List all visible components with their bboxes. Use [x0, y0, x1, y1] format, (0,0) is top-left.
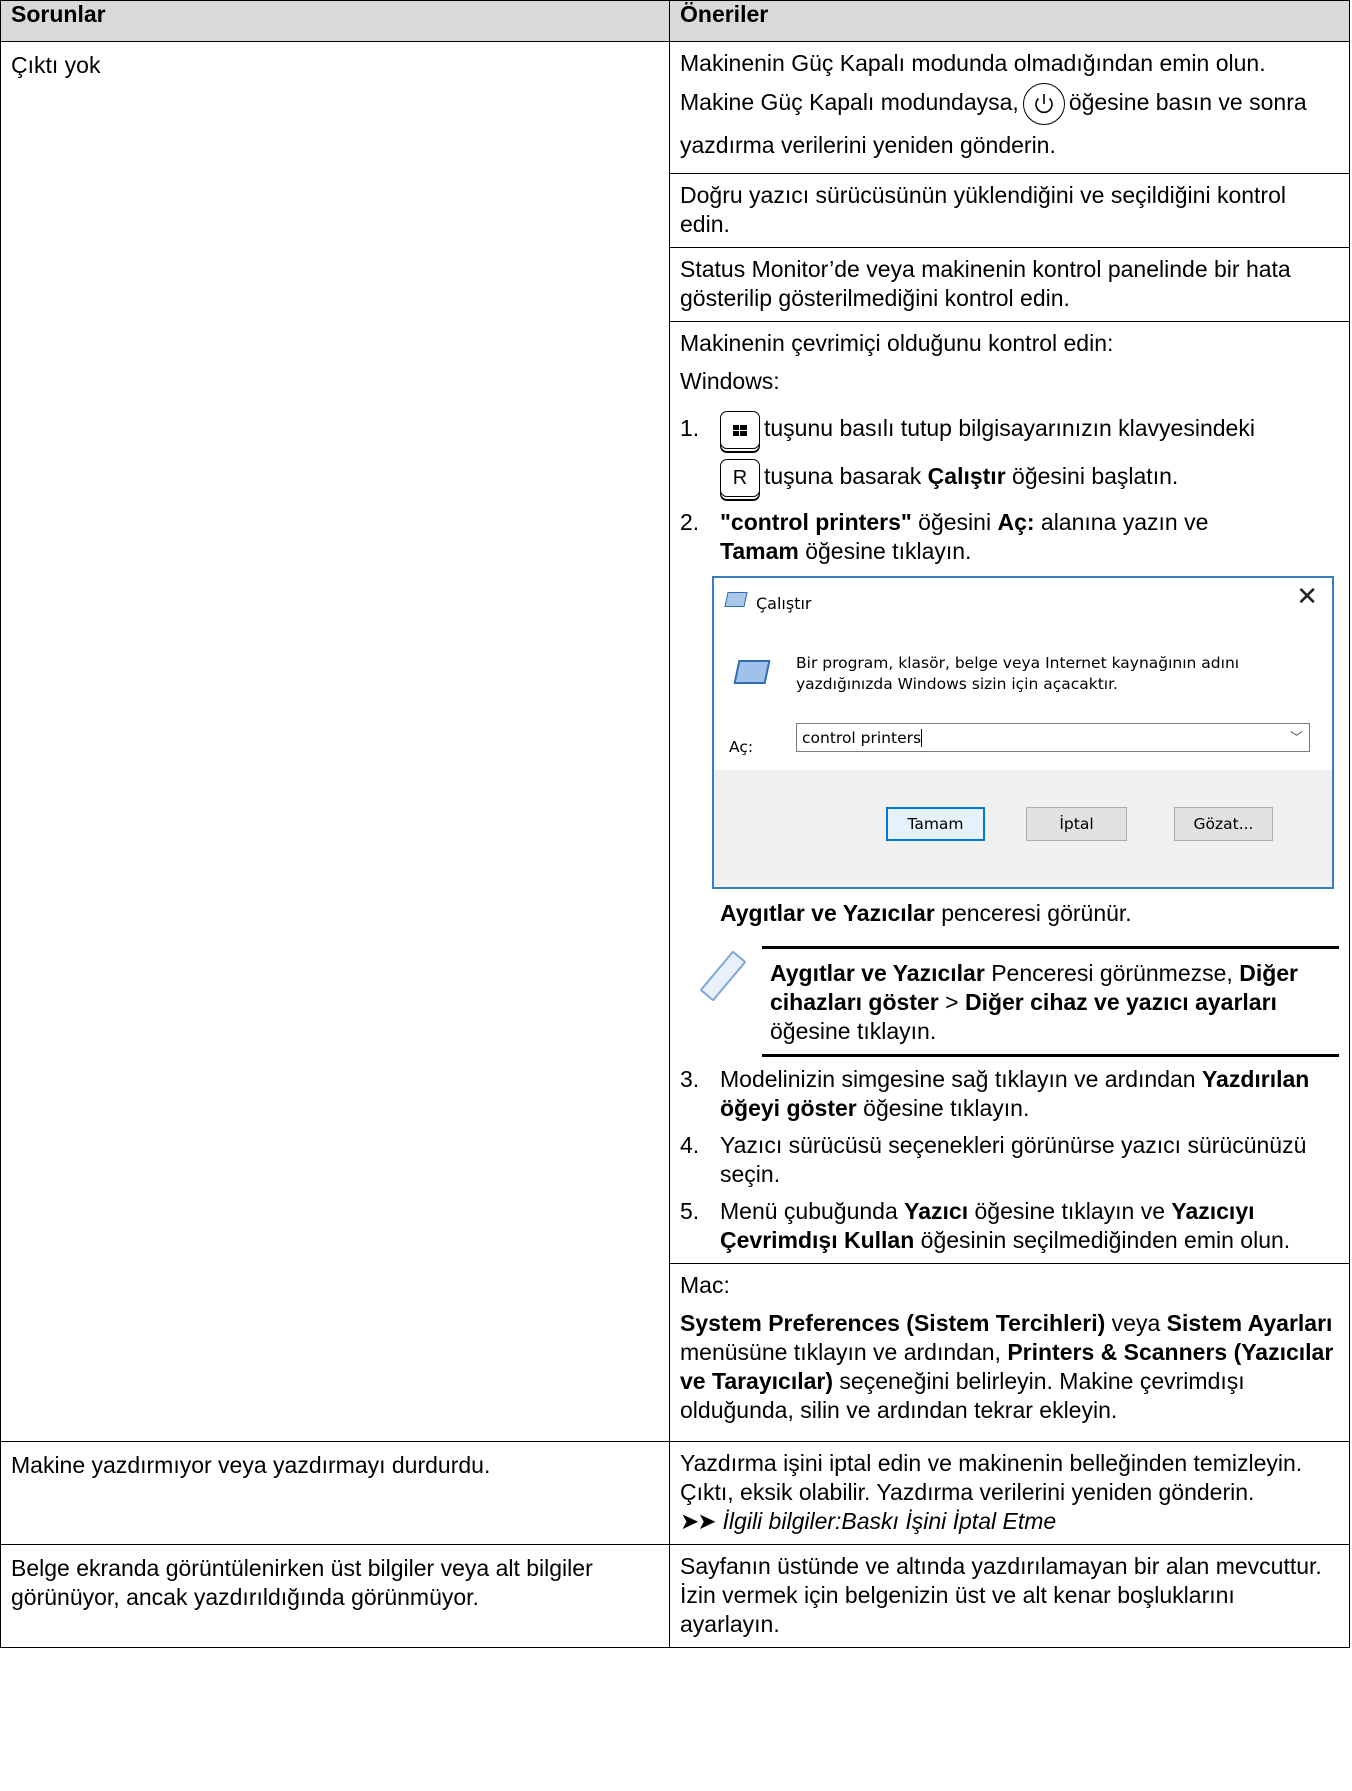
problem-text: Makine yazdırmıyor veya yazdırmayı durdu…	[11, 1451, 491, 1478]
text-span: öğesine tıklayın.	[805, 537, 972, 564]
step-number: 3.	[680, 1065, 700, 1092]
suggestion-cell: Sayfanın üstünde ve altında yazdırılamay…	[669, 1543, 1350, 1648]
text-bold: Sistem Ayarları	[1166, 1309, 1333, 1336]
text-bold: Yazıcı	[904, 1197, 969, 1224]
note-box: Aygıtlar ve Yazıcılar Penceresi görünmez…	[699, 945, 1339, 1057]
after-dialog-text: Aygıtlar ve Yazıcılar penceresi görünür.	[720, 899, 1339, 928]
suggestion-text: Yazdırma işini iptal edin ve makinenin b…	[680, 1449, 1303, 1505]
text-bold: Tamam	[720, 537, 799, 564]
suggestion-text: Doğru yazıcı sürücüsünün yüklendiğini ve…	[680, 181, 1286, 237]
step-number: 4.	[680, 1131, 700, 1158]
text-span: öğesine tıklayın ve	[974, 1197, 1165, 1224]
open-input[interactable]: control printers ﹀	[796, 722, 1310, 753]
header-suggestions: Öneriler	[669, 0, 1350, 42]
table-row: Belge ekranda görüntülenirken üst bilgil…	[0, 1543, 1350, 1648]
run-app-icon	[724, 591, 748, 607]
text-span: >	[945, 988, 959, 1015]
os-label: Windows:	[680, 367, 780, 394]
note-content: Aygıtlar ve Yazıcılar Penceresi görünmez…	[762, 945, 1339, 1057]
text-span: öğesini başlatın.	[1012, 462, 1179, 489]
text-span: öğesinin seçilmediğinden emin olun.	[920, 1226, 1291, 1253]
text-span: Menü çubuğunda	[720, 1197, 898, 1224]
text-cursor	[921, 729, 923, 748]
text-bold: Çalıştır	[927, 462, 1006, 489]
run-dialog: Çalıştır ✕ Bir program, klasör, belge ve…	[712, 575, 1334, 889]
text-span: alanına yazın ve	[1040, 508, 1209, 535]
dialog-titlebar: Çalıştır ✕	[714, 578, 1332, 623]
step-number: 2.	[680, 508, 700, 535]
text-span: veya	[1111, 1309, 1161, 1336]
text-span: tuşunu basılı tutup bilgisayarınızın kla…	[764, 414, 1255, 441]
table-row: Makine yazdırmıyor veya yazdırmayı durdu…	[0, 1440, 1350, 1545]
problem-cell: Çıktı yok	[0, 41, 670, 1442]
mac-instructions: System Preferences (Sistem Tercihleri) v…	[680, 1309, 1339, 1425]
text-span: tuşuna basarak	[764, 462, 922, 489]
step-number: 5.	[680, 1197, 700, 1224]
problem-cell: Belge ekranda görüntülenirken üst bilgil…	[0, 1543, 670, 1648]
problem-text: Belge ekranda görüntülenirken üst bilgil…	[11, 1554, 593, 1610]
double-arrow-icon: ➤➤	[680, 1507, 717, 1534]
suggestion-block: Makinenin çevrimiçi olduğunu kontrol edi…	[670, 320, 1349, 1263]
table-header-row: Sorunlar Öneriler	[0, 0, 1350, 42]
text-bold: Aç:	[997, 508, 1035, 535]
related-text[interactable]: İlgili bilgiler:Baskı İşini İptal Etme	[723, 1508, 1057, 1534]
text-span: öğesine tıklayın.	[863, 1094, 1030, 1121]
dialog-footer: Tamam İptal Gözat...	[714, 769, 1332, 887]
step-5: 5. Menü çubuğunda Yazıcı öğesine tıklayı…	[680, 1197, 1339, 1255]
text-bold: "control printers"	[720, 508, 912, 535]
step-1: 1. tuşunu basılı tutup bilgisayarınızın …	[680, 404, 1339, 500]
text-span: Modelinizin simgesine sağ tıklayın ve ar…	[720, 1065, 1196, 1092]
desc-line: yazdığınızda Windows sizin için açacaktı…	[796, 674, 1118, 693]
note-pencil-icon	[699, 946, 762, 1057]
input-value: control printers	[802, 728, 922, 747]
text-span: öğesine tıklayın.	[770, 1017, 937, 1044]
text-bold: System Preferences (Sistem Tercihleri)	[680, 1309, 1106, 1336]
suggestion-text: Sayfanın üstünde ve altında yazdırılamay…	[680, 1552, 1322, 1637]
run-large-icon	[733, 659, 771, 684]
power-button-icon	[1022, 82, 1065, 125]
related-info-link[interactable]: ➤➤ İlgili bilgiler:Baskı İşini İptal Etme	[680, 1507, 1339, 1536]
dialog-title: Çalıştır	[756, 593, 812, 613]
text-span: penceresi görünür.	[941, 899, 1132, 926]
close-icon[interactable]: ✕	[1296, 582, 1318, 612]
browse-button[interactable]: Gözat...	[1174, 806, 1273, 841]
text-bold: Aygıtlar ve Yazıcılar	[770, 959, 985, 986]
r-key-icon: R	[720, 458, 760, 497]
suggestion-text: Status Monitor’de veya makinenin kontrol…	[680, 255, 1291, 311]
suggestion-cell: Yazdırma işini iptal edin ve makinenin b…	[669, 1440, 1350, 1545]
text-span: Makine Güç Kapalı modundaysa,	[680, 89, 1019, 115]
text-span: öğesini	[918, 508, 992, 535]
dialog-description: Bir program, klasör, belge veya Internet…	[796, 653, 1239, 695]
windows-key-icon	[720, 410, 760, 449]
problem-text: Çıktı yok	[11, 52, 101, 78]
desc-line: Bir program, klasör, belge veya Internet…	[796, 653, 1240, 672]
step-number: 1.	[680, 414, 700, 441]
suggestion-block: Doğru yazıcı sürücüsünün yüklendiğini ve…	[670, 172, 1349, 247]
suggestion-block: Makinenin Güç Kapalı modunda olmadığında…	[670, 42, 1349, 173]
text-bold: Diğer cihaz ve yazıcı ayarları	[964, 988, 1277, 1015]
step-2: 2. "control printers" öğesini Aç: alanın…	[680, 508, 1339, 566]
step-4: 4. Yazıcı sürücüsü seçenekleri görünürse…	[680, 1131, 1339, 1189]
suggestion-text: Makinenin Güç Kapalı modunda olmadığında…	[680, 50, 1266, 76]
text-span: Penceresi görünmezse,	[991, 959, 1233, 986]
os-label: Mac:	[680, 1271, 730, 1298]
header-problems: Sorunlar	[0, 0, 670, 42]
suggestion-block: Status Monitor’de veya makinenin kontrol…	[670, 246, 1349, 321]
chevron-down-icon[interactable]: ﹀	[1290, 724, 1303, 753]
step-3: 3. Modelinizin simgesine sağ tıklayın ve…	[680, 1065, 1339, 1123]
suggestion-block-mac: Mac: System Preferences (Sistem Tercihle…	[670, 1262, 1349, 1433]
table-row: Çıktı yok Makinenin Güç Kapalı modunda o…	[0, 41, 1350, 1442]
step-text: Yazıcı sürücüsü seçenekleri görünürse ya…	[720, 1131, 1307, 1187]
cancel-button[interactable]: İptal	[1026, 806, 1127, 841]
ok-button[interactable]: Tamam	[886, 806, 985, 841]
suggestion-cell: Makinenin Güç Kapalı modunda olmadığında…	[669, 41, 1350, 1442]
open-label: Aç:	[729, 737, 754, 756]
text-span: menüsüne tıklayın ve ardından,	[680, 1338, 1001, 1365]
troubleshooting-table: Sorunlar Öneriler Çıktı yok Makinenin Gü…	[0, 0, 1350, 1648]
problem-cell: Makine yazdırmıyor veya yazdırmayı durdu…	[0, 1440, 670, 1545]
text-bold: Aygıtlar ve Yazıcılar	[720, 899, 935, 926]
suggestion-text: Makinenin çevrimiçi olduğunu kontrol edi…	[680, 329, 1114, 356]
suggestion-text: Makine Güç Kapalı modundaysa, öğesine bas…	[680, 82, 1339, 165]
